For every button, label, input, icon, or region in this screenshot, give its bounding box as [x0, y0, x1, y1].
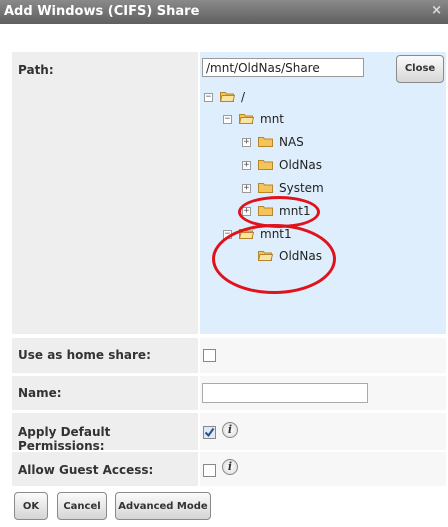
info-icon[interactable]: i — [222, 459, 238, 475]
default-permissions-checkbox[interactable] — [203, 426, 216, 439]
guest-access-row: Allow Guest Access: i — [12, 452, 446, 486]
folder-open-icon — [220, 92, 235, 102]
expand-icon[interactable]: + — [242, 161, 251, 170]
default-permissions-cell: i — [200, 413, 446, 450]
path-input[interactable]: /mnt/OldNas/Share — [202, 58, 364, 77]
path-picker: /mnt/OldNas/Share Close − / − mnt + NAS … — [200, 52, 446, 334]
collapse-icon[interactable]: − — [223, 115, 232, 124]
dialog-title: Add Windows (CIFS) Share — [4, 4, 200, 19]
guest-access-label-cell: Allow Guest Access: — [12, 452, 198, 486]
default-permissions-row: Apply Default Permissions: i — [12, 413, 446, 453]
guest-access-checkbox[interactable] — [203, 464, 216, 477]
home-share-label: Use as home share: — [18, 348, 151, 362]
close-button[interactable]: Close — [396, 55, 444, 83]
path-label: Path: — [18, 63, 54, 77]
default-permissions-label-cell: Apply Default Permissions: — [12, 413, 198, 453]
highlight-circle — [212, 224, 336, 294]
advanced-mode-button[interactable]: Advanced Mode — [115, 492, 211, 520]
name-label: Name: — [18, 386, 62, 400]
home-share-label-cell: Use as home share: — [12, 338, 198, 373]
default-permissions-label: Apply Default Permissions: — [18, 425, 111, 453]
home-share-row: Use as home share: — [12, 338, 446, 373]
cancel-button[interactable]: Cancel — [57, 492, 107, 520]
tree-label-oldnas: OldNas — [279, 158, 322, 172]
path-row: Path: /mnt/OldNas/Share Close − / − mnt … — [12, 52, 446, 334]
ok-button[interactable]: OK — [14, 492, 48, 520]
close-icon[interactable]: × — [431, 3, 442, 18]
expand-icon[interactable]: + — [242, 138, 251, 147]
checkmark-icon — [204, 427, 215, 438]
guest-access-label: Allow Guest Access: — [18, 463, 154, 477]
home-share-checkbox[interactable] — [203, 349, 216, 362]
dialog-titlebar: Add Windows (CIFS) Share × — [0, 0, 448, 24]
collapse-icon[interactable]: − — [204, 93, 213, 102]
home-share-cell — [200, 338, 446, 373]
folder-icon — [258, 183, 273, 193]
guest-access-cell: i — [200, 452, 446, 486]
tree-label-mnt: mnt — [260, 112, 284, 126]
tree-label-system: System — [279, 181, 324, 195]
name-input[interactable] — [202, 383, 368, 403]
folder-icon — [258, 160, 273, 170]
path-label-cell: Path: — [12, 52, 198, 334]
folder-open-icon — [239, 114, 254, 124]
info-icon[interactable]: i — [222, 422, 238, 438]
tree-label-root: / — [241, 90, 246, 104]
expand-icon[interactable]: + — [242, 184, 251, 193]
name-cell — [200, 376, 446, 410]
tree-label-nas: NAS — [279, 135, 304, 149]
name-label-cell: Name: — [12, 376, 198, 410]
name-row: Name: — [12, 376, 446, 410]
folder-icon — [258, 137, 273, 147]
